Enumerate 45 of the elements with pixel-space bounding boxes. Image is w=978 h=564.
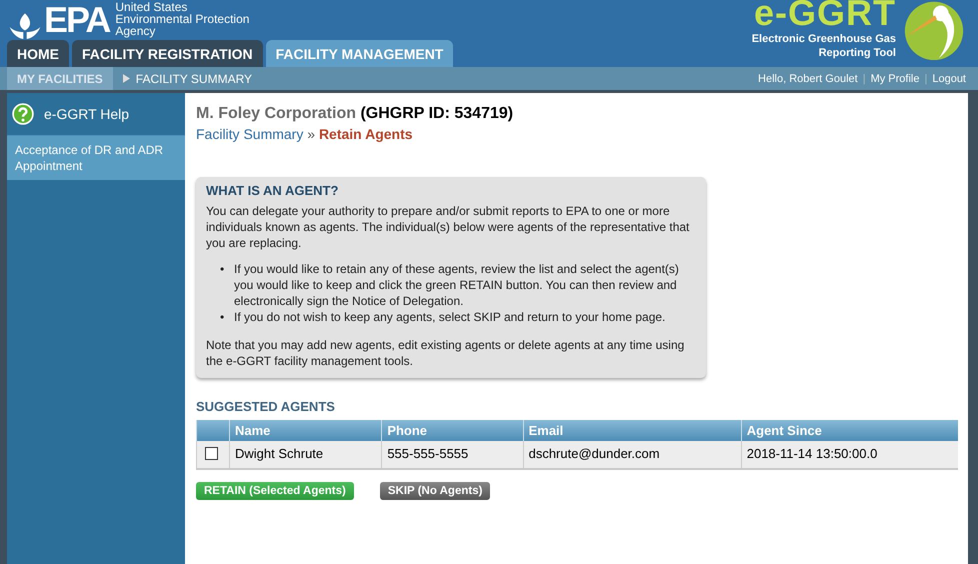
help-icon <box>12 103 34 125</box>
column-header: Agent Since <box>741 420 958 441</box>
app-logo-text: e-GGRT <box>754 0 896 32</box>
row-checkbox[interactable] <box>205 447 218 460</box>
greeting-text: Hello, Robert Goulet <box>758 72 858 84</box>
info-note: Note that you may add new agents, edit existing agents or delete agents at any time using the e-GGRT facility management tools. <box>206 337 686 369</box>
info-bullet: If you do not wish to keep any agents, select SKIP and return to your home page. <box>234 309 666 325</box>
app-subtitle-line: Electronic Greenhouse Gas <box>752 32 896 46</box>
facility-id: (GHGRP ID: 534719) <box>360 105 514 122</box>
sidebar-item[interactable]: Acceptance of DR and ADR Appointment <box>7 136 185 180</box>
link-separator: | <box>924 72 928 84</box>
bullet-marker: • <box>220 309 226 325</box>
triangle-icon <box>122 74 130 83</box>
section-title: SUGGESTED AGENTS <box>196 399 336 414</box>
column-header: Email <box>523 420 742 441</box>
nav-tab[interactable]: HOME <box>7 40 69 67</box>
user-link[interactable]: Logout <box>932 72 966 84</box>
user-link[interactable]: My Profile <box>870 72 920 84</box>
table-cell: dschrute@dunder.com <box>523 441 742 469</box>
action-button[interactable]: SKIP (No Agents) <box>380 482 490 500</box>
header-cell <box>196 420 230 441</box>
info-title: WHAT IS AN AGENT? <box>206 183 340 199</box>
agency-name-line: United States <box>115 1 188 13</box>
breadcrumb-separator: » <box>307 126 316 142</box>
app-subtitle-line: Reporting Tool <box>818 46 896 60</box>
info-bullet: If you would like to retain any of these agents, review the list and select the agent(s) you would like to keep and click the green RETAIN button. You can then review and electronically sign the Notice of Delegation. <box>234 261 680 309</box>
table-cell: 2018-11-14 13:50:00.0 <box>741 441 958 469</box>
nav-tab[interactable]: FACILITY REGISTRATION <box>72 40 263 67</box>
bullet-marker: • <box>220 261 226 278</box>
action-button[interactable]: RETAIN (Selected Agents) <box>196 482 354 500</box>
subnav-link[interactable]: FACILITY SUMMARY <box>112 67 262 90</box>
link-separator: | <box>862 72 866 84</box>
column-header: Name <box>230 420 382 441</box>
info-text: You can delegate your authority to prepare and/or submit reports to EPA to one or more individuals known as agents. The individual(s) below were agents of the representative that you are replacing. <box>206 203 690 251</box>
column-header: Phone <box>382 420 524 441</box>
facility-name: M. Foley Corporation <box>196 105 356 122</box>
agency-name-line: Environmental Protection <box>115 13 250 25</box>
agency-name-line: Agency <box>115 25 156 37</box>
nav-tab[interactable]: FACILITY MANAGEMENT <box>266 40 454 67</box>
breadcrumb-link[interactable]: Facility Summary <box>196 126 304 142</box>
logo-text: EPA <box>44 1 110 39</box>
subnav-link[interactable]: MY FACILITIES <box>7 67 113 90</box>
breadcrumb-current: Retain Agents <box>318 126 413 142</box>
table-cell: 555-555-5555 <box>382 441 524 469</box>
table-cell: Dwight Schrute <box>230 441 382 469</box>
